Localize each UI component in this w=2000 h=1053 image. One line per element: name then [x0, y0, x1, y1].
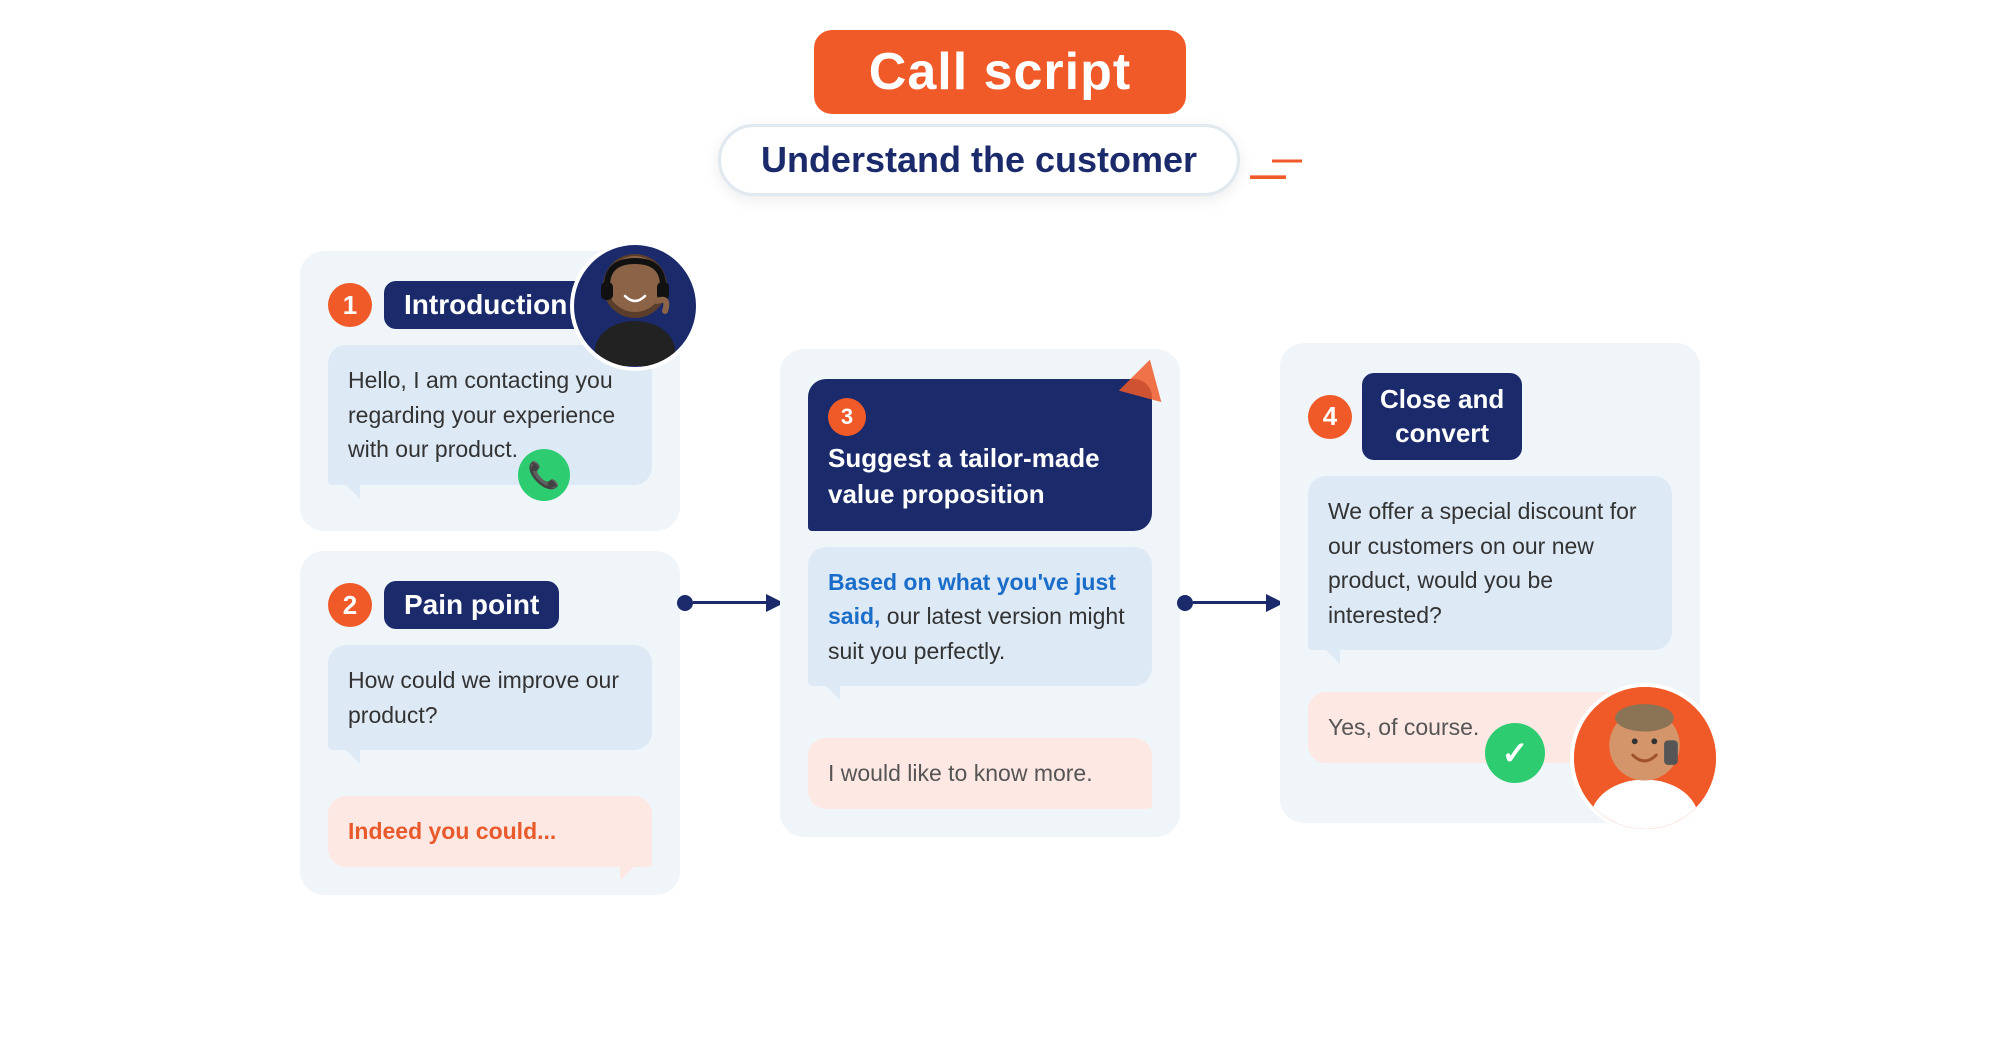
- step2-label: Pain point: [384, 581, 559, 629]
- step3-header: 3 Suggest a tailor-made value propositio…: [808, 379, 1152, 531]
- step3-number: 3: [828, 398, 866, 436]
- arrow-line-1: [693, 601, 783, 604]
- step2-number: 2: [328, 583, 372, 627]
- panel-left: 1 Introduction Hello, I am contacting yo…: [300, 251, 680, 895]
- agent-avatar-1: [570, 241, 700, 371]
- phone-icon-circle: 📞: [518, 449, 570, 501]
- dot-1: [677, 595, 693, 611]
- step4-agent-bubble: We offer a special discount for our cust…: [1308, 476, 1672, 650]
- step2-agent-bubble: How could we improve our product?: [328, 645, 652, 750]
- step4-number: 4: [1308, 395, 1352, 439]
- step2-badge: 2 Pain point: [328, 581, 652, 629]
- step1-label: Introduction: [384, 281, 587, 329]
- step3-label: Suggest a tailor-made value proposition: [828, 440, 1132, 513]
- step4-badge: 4 Close and convert: [1308, 373, 1672, 461]
- panel-introduction: 1 Introduction Hello, I am contacting yo…: [300, 251, 680, 531]
- arrow-line-2: [1193, 601, 1283, 604]
- step2-customer-bubble: Indeed you could...: [328, 796, 652, 867]
- step1-agent-bubble: Hello, I am contacting you regarding you…: [328, 345, 652, 485]
- step1-number: 1: [328, 283, 372, 327]
- triangle-decoration: [1119, 354, 1171, 402]
- dot-2: [1177, 595, 1193, 611]
- customer-svg: [1574, 685, 1716, 830]
- panel-step4: 4 Close and convert We offer a special d…: [1280, 343, 1700, 823]
- panel-pain-point: 2 Pain point How could we improve our pr…: [300, 551, 680, 895]
- agent-svg: [575, 246, 695, 366]
- step3-customer-bubble: I would like to know more.: [808, 738, 1152, 809]
- check-circle: ✓: [1485, 723, 1545, 783]
- agent-avatar-2: [1570, 683, 1720, 833]
- subtitle-pill: Understand the customer: [718, 124, 1240, 196]
- dot-arrow-1: [677, 595, 783, 611]
- arrow-2: [1180, 595, 1280, 611]
- phone-icon: 📞: [528, 460, 560, 491]
- step4-label: Close and convert: [1362, 373, 1522, 461]
- step3-agent-bubble: Based on what you've just said, our late…: [808, 547, 1152, 687]
- dot-arrow-2: [1177, 595, 1283, 611]
- page-title: Call script: [814, 30, 1186, 114]
- arrow-1: [680, 595, 780, 611]
- panel-step3: 3 Suggest a tailor-made value propositio…: [780, 349, 1180, 837]
- main-content-row: 1 Introduction Hello, I am contacting yo…: [60, 251, 1940, 895]
